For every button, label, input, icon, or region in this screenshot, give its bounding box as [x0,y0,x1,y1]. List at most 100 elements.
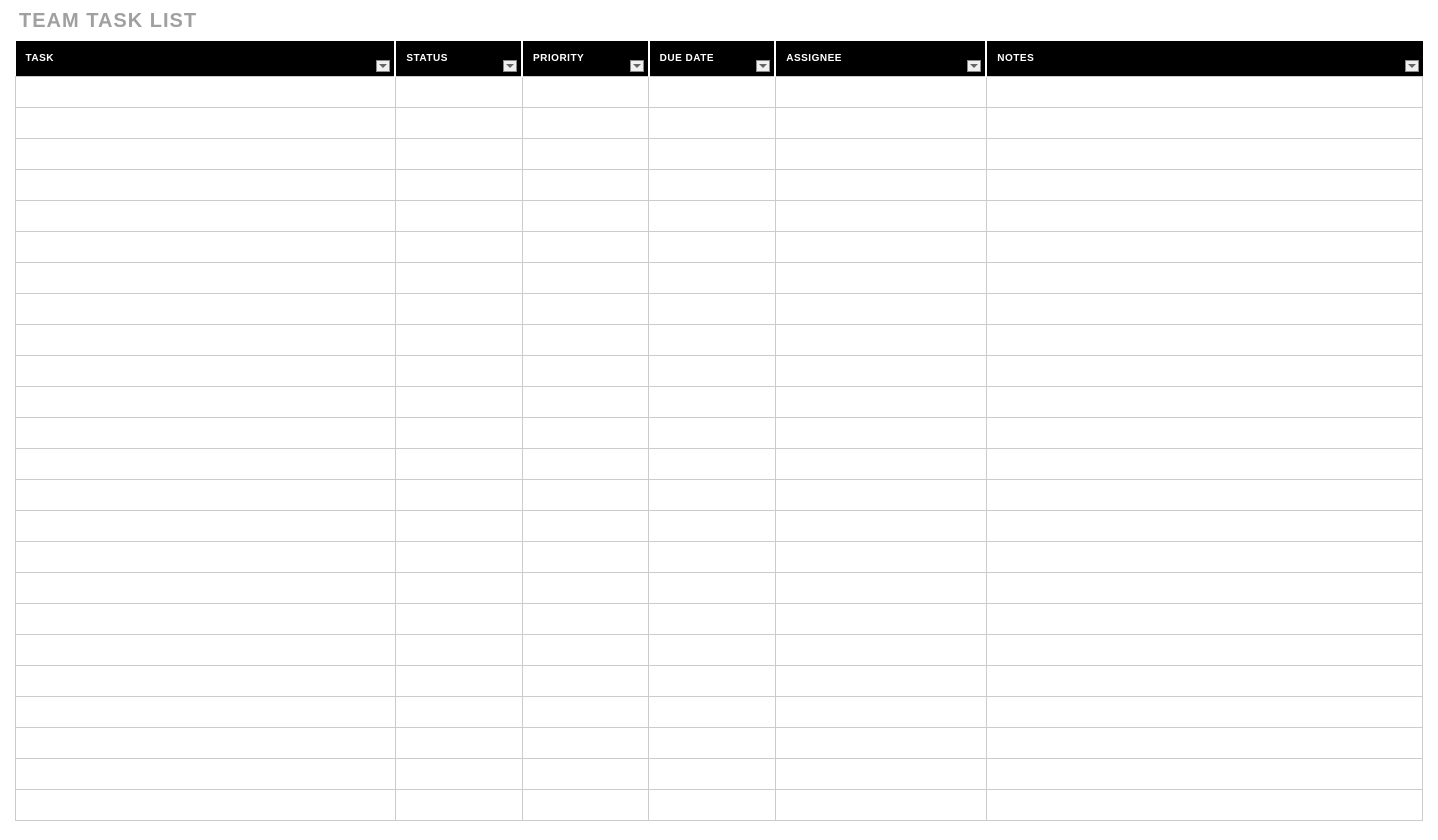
cell-notes[interactable] [986,107,1422,138]
cell-status[interactable] [395,758,522,789]
cell-priority[interactable] [522,448,649,479]
cell-task[interactable] [16,479,396,510]
cell-assignee[interactable] [775,572,986,603]
cell-assignee[interactable] [775,448,986,479]
cell-status[interactable] [395,448,522,479]
cell-task[interactable] [16,231,396,262]
cell-status[interactable] [395,386,522,417]
cell-notes[interactable] [986,572,1422,603]
cell-task[interactable] [16,448,396,479]
cell-assignee[interactable] [775,727,986,758]
cell-priority[interactable] [522,200,649,231]
cell-notes[interactable] [986,200,1422,231]
filter-dropdown-icon[interactable] [1405,60,1419,72]
cell-status[interactable] [395,634,522,665]
cell-notes[interactable] [986,634,1422,665]
cell-assignee[interactable] [775,417,986,448]
cell-priority[interactable] [522,789,649,820]
cell-assignee[interactable] [775,510,986,541]
cell-duedate[interactable] [649,231,776,262]
cell-duedate[interactable] [649,324,776,355]
cell-duedate[interactable] [649,386,776,417]
cell-priority[interactable] [522,634,649,665]
cell-status[interactable] [395,169,522,200]
cell-status[interactable] [395,541,522,572]
cell-priority[interactable] [522,603,649,634]
cell-duedate[interactable] [649,76,776,107]
cell-status[interactable] [395,572,522,603]
cell-priority[interactable] [522,696,649,727]
col-header-duedate[interactable]: DUE DATE [649,41,776,76]
cell-notes[interactable] [986,789,1422,820]
filter-dropdown-icon[interactable] [756,60,770,72]
cell-task[interactable] [16,758,396,789]
cell-status[interactable] [395,293,522,324]
cell-task[interactable] [16,789,396,820]
cell-status[interactable] [395,324,522,355]
cell-notes[interactable] [986,169,1422,200]
cell-assignee[interactable] [775,479,986,510]
cell-task[interactable] [16,355,396,386]
cell-notes[interactable] [986,76,1422,107]
cell-assignee[interactable] [775,789,986,820]
cell-assignee[interactable] [775,107,986,138]
cell-status[interactable] [395,138,522,169]
col-header-priority[interactable]: PRIORITY [522,41,649,76]
cell-duedate[interactable] [649,541,776,572]
cell-priority[interactable] [522,758,649,789]
cell-assignee[interactable] [775,696,986,727]
cell-status[interactable] [395,665,522,696]
cell-duedate[interactable] [649,262,776,293]
cell-notes[interactable] [986,355,1422,386]
cell-notes[interactable] [986,448,1422,479]
cell-duedate[interactable] [649,510,776,541]
cell-notes[interactable] [986,665,1422,696]
cell-task[interactable] [16,696,396,727]
cell-status[interactable] [395,479,522,510]
cell-priority[interactable] [522,293,649,324]
cell-assignee[interactable] [775,76,986,107]
cell-notes[interactable] [986,138,1422,169]
cell-status[interactable] [395,510,522,541]
cell-status[interactable] [395,417,522,448]
col-header-status[interactable]: STATUS [395,41,522,76]
cell-priority[interactable] [522,510,649,541]
cell-task[interactable] [16,324,396,355]
cell-duedate[interactable] [649,293,776,324]
cell-priority[interactable] [522,386,649,417]
cell-notes[interactable] [986,603,1422,634]
cell-notes[interactable] [986,386,1422,417]
cell-assignee[interactable] [775,665,986,696]
cell-duedate[interactable] [649,758,776,789]
cell-task[interactable] [16,541,396,572]
cell-notes[interactable] [986,541,1422,572]
cell-priority[interactable] [522,76,649,107]
cell-task[interactable] [16,572,396,603]
col-header-task[interactable]: TASK [16,41,396,76]
cell-task[interactable] [16,293,396,324]
cell-notes[interactable] [986,510,1422,541]
cell-status[interactable] [395,727,522,758]
cell-assignee[interactable] [775,262,986,293]
filter-dropdown-icon[interactable] [376,60,390,72]
cell-priority[interactable] [522,231,649,262]
cell-task[interactable] [16,510,396,541]
cell-duedate[interactable] [649,355,776,386]
cell-priority[interactable] [522,138,649,169]
cell-duedate[interactable] [649,417,776,448]
cell-task[interactable] [16,169,396,200]
cell-task[interactable] [16,603,396,634]
cell-duedate[interactable] [649,665,776,696]
cell-priority[interactable] [522,665,649,696]
cell-status[interactable] [395,200,522,231]
cell-task[interactable] [16,200,396,231]
cell-notes[interactable] [986,696,1422,727]
cell-duedate[interactable] [649,634,776,665]
cell-status[interactable] [395,696,522,727]
cell-duedate[interactable] [649,789,776,820]
cell-notes[interactable] [986,293,1422,324]
filter-dropdown-icon[interactable] [967,60,981,72]
cell-task[interactable] [16,665,396,696]
col-header-notes[interactable]: NOTES [986,41,1422,76]
cell-assignee[interactable] [775,324,986,355]
